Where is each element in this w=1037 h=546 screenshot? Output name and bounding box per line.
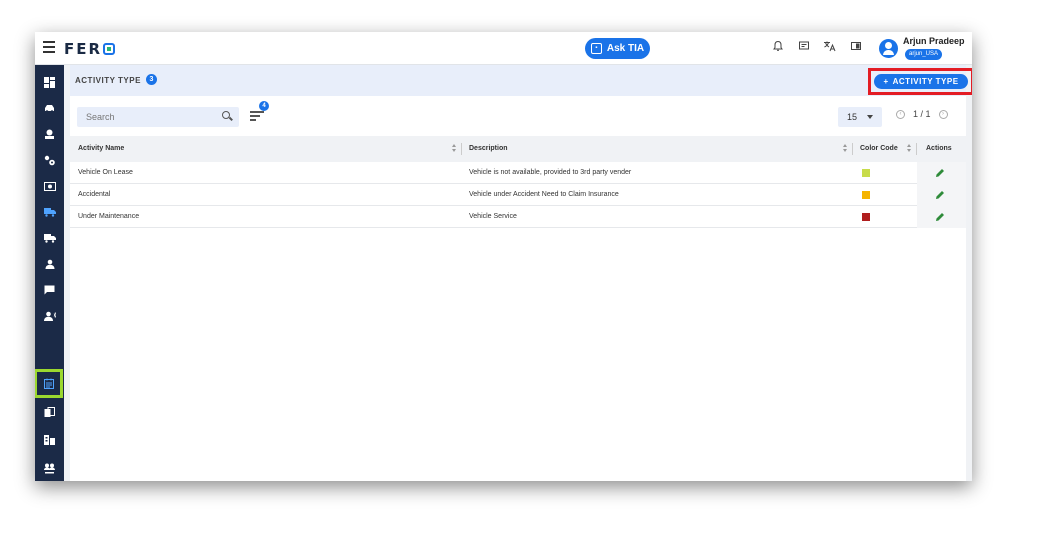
document-icon[interactable] bbox=[35, 401, 64, 423]
activity-type-icon[interactable] bbox=[35, 369, 63, 398]
truck-icon[interactable] bbox=[35, 227, 64, 249]
message-icon[interactable] bbox=[35, 279, 64, 301]
column-divider bbox=[852, 143, 853, 155]
panel-icon[interactable] bbox=[848, 40, 863, 55]
page-title: ACTIVITY TYPE bbox=[75, 76, 141, 85]
edit-icon[interactable] bbox=[935, 168, 945, 178]
gear-group-icon[interactable] bbox=[35, 149, 64, 171]
driver-icon[interactable] bbox=[35, 305, 64, 327]
vehicle-settings-icon[interactable] bbox=[35, 97, 64, 119]
table-header: Activity Name Description Color Code Act… bbox=[70, 136, 966, 162]
logo-text: FER bbox=[64, 40, 103, 58]
ask-tia-label: Ask TIA bbox=[606, 43, 645, 54]
user-name[interactable]: Arjun Pradeep bbox=[903, 36, 965, 46]
activity-name: Accidental bbox=[78, 191, 111, 198]
bell-icon[interactable] bbox=[770, 40, 785, 55]
main-content: ACTIVITY TYPE 3 + ACTIVITY TYPE 4 15 ‹ bbox=[64, 65, 972, 481]
translate-icon[interactable] bbox=[822, 40, 837, 55]
app-window: FER ▪ Ask TIA Arjun Pradeep arjun_USA AC… bbox=[35, 32, 972, 481]
user-tag: arjun_USA bbox=[905, 49, 943, 60]
chevron-down-icon bbox=[867, 115, 874, 119]
add-activity-type-label: ACTIVITY TYPE bbox=[892, 77, 959, 86]
sort-icon[interactable] bbox=[843, 144, 848, 154]
ai-icon: ▪ bbox=[590, 43, 602, 54]
next-page-icon[interactable]: › bbox=[938, 109, 948, 119]
column-divider bbox=[461, 143, 462, 155]
toolbar: 4 15 ‹ 1 / 1 › bbox=[70, 96, 966, 136]
table-row[interactable]: Under Maintenance Vehicle Service bbox=[70, 206, 966, 228]
plus-icon: + bbox=[883, 77, 889, 86]
top-icons bbox=[770, 40, 863, 55]
search-input[interactable] bbox=[77, 107, 239, 127]
sort-icon[interactable] bbox=[907, 144, 912, 154]
person-icon[interactable] bbox=[35, 253, 64, 275]
color-swatch bbox=[862, 191, 870, 199]
prev-page-icon[interactable]: ‹ bbox=[896, 109, 905, 119]
pagination: ‹ 1 / 1 › bbox=[896, 109, 948, 119]
chat-icon[interactable] bbox=[796, 40, 811, 55]
activity-description: Vehicle under Accident Need to Claim Ins… bbox=[469, 191, 619, 198]
edit-icon[interactable] bbox=[935, 212, 945, 222]
activity-description: Vehicle is not available, provided to 3r… bbox=[469, 169, 632, 176]
activity-name: Under Maintenance bbox=[78, 213, 140, 220]
sort-icon[interactable] bbox=[452, 144, 457, 154]
column-header-description[interactable]: Description bbox=[469, 136, 508, 162]
column-header-color-code[interactable]: Color Code bbox=[860, 136, 898, 162]
column-divider bbox=[916, 143, 917, 155]
filter-badge: 4 bbox=[259, 101, 269, 111]
page-size-value: 15 bbox=[847, 112, 858, 122]
column-header-activity-name[interactable]: Activity Name bbox=[78, 136, 124, 162]
table-row[interactable]: Vehicle On Lease Vehicle is not availabl… bbox=[70, 162, 966, 184]
count-badge: 3 bbox=[146, 74, 157, 85]
column-header-actions: Actions bbox=[926, 145, 952, 152]
add-activity-type-button[interactable]: + ACTIVITY TYPE bbox=[874, 74, 968, 89]
sidebar bbox=[35, 65, 64, 481]
group-icon[interactable] bbox=[35, 457, 64, 479]
page-header: ACTIVITY TYPE 3 + ACTIVITY TYPE bbox=[70, 65, 972, 96]
activity-description: Vehicle Service bbox=[469, 213, 517, 220]
ask-tia-button[interactable]: ▪ Ask TIA bbox=[585, 38, 650, 59]
building-icon[interactable] bbox=[35, 429, 64, 451]
menu-icon[interactable] bbox=[43, 41, 55, 53]
page-info: 1 / 1 bbox=[913, 109, 931, 119]
activity-name: Vehicle On Lease bbox=[78, 169, 133, 176]
edit-icon[interactable] bbox=[935, 190, 945, 200]
search-icon[interactable] bbox=[222, 111, 230, 119]
page-size-select[interactable]: 15 bbox=[838, 107, 882, 127]
color-swatch bbox=[862, 213, 870, 221]
truck-route-icon[interactable] bbox=[35, 201, 64, 223]
fleet-icon[interactable] bbox=[35, 123, 64, 145]
logo: FER bbox=[64, 40, 116, 58]
logo-mark-icon bbox=[103, 43, 116, 55]
dashboard-icon[interactable] bbox=[35, 71, 64, 93]
table-row[interactable]: Accidental Vehicle under Accident Need t… bbox=[70, 184, 966, 206]
money-icon[interactable] bbox=[35, 175, 64, 197]
activity-type-table: Activity Name Description Color Code Act… bbox=[70, 136, 966, 481]
color-swatch bbox=[862, 169, 870, 177]
avatar[interactable] bbox=[879, 39, 898, 58]
top-bar: FER ▪ Ask TIA Arjun Pradeep arjun_USA bbox=[35, 32, 972, 65]
